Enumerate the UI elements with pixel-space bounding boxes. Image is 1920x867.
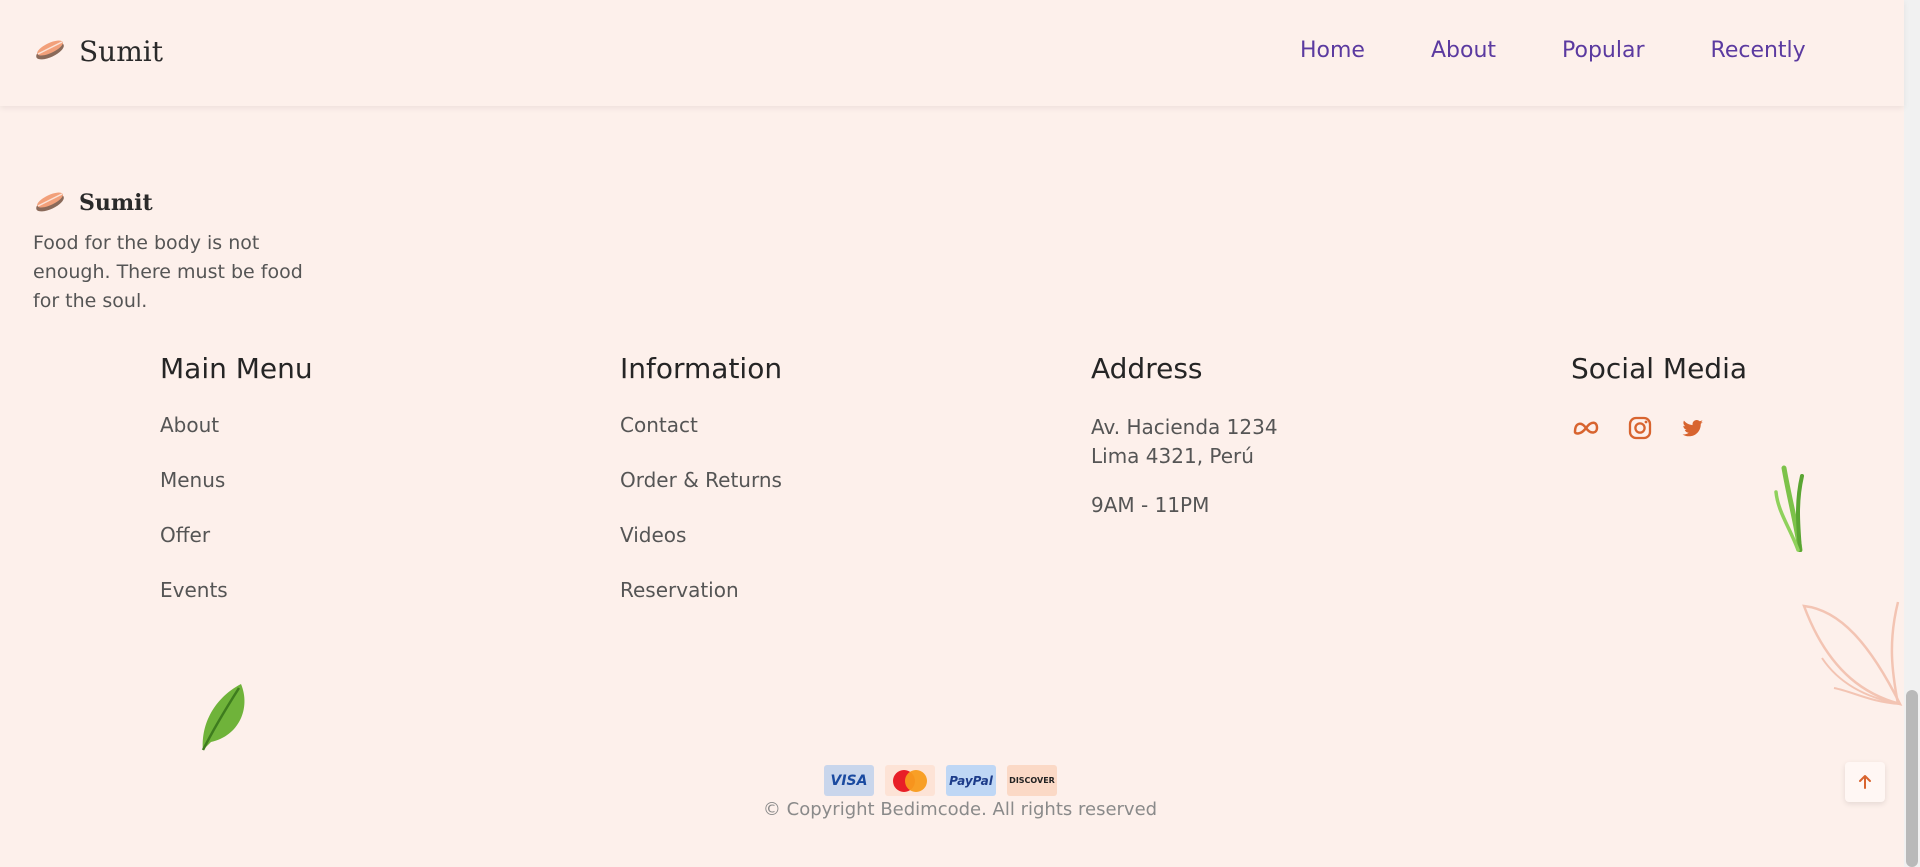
paypal-card-icon: PayPal [946,765,996,796]
opening-hours: 9AM - 11PM [1091,493,1210,517]
arrow-up-icon [1859,775,1871,789]
nav-about[interactable]: About [1431,38,1496,63]
outline-leaf-decoration-icon [1800,592,1904,712]
social-column: Social Media [1571,352,1747,443]
footer-link-menus[interactable]: Menus [160,468,225,492]
scrollbar[interactable] [1904,0,1920,867]
footer-link-contact[interactable]: Contact [620,413,698,437]
footer-link-reservation[interactable]: Reservation [620,578,739,602]
site-header: Sumit Home About Popular Recently [0,0,1904,106]
footer-link-videos[interactable]: Videos [620,523,686,547]
meta-icon[interactable] [1571,413,1601,443]
nav-home[interactable]: Home [1300,38,1365,63]
copyright-text: © Copyright Bedimcode. All rights reserv… [762,799,1158,820]
address-title: Address [1091,352,1203,385]
footer-link-offer[interactable]: Offer [160,523,210,547]
discover-card-icon: DISCOVER [1007,765,1057,796]
footer-brand-name: Sumit [79,190,153,216]
footer-logo[interactable]: Sumit [33,186,153,220]
sushi-logo-icon [33,34,67,68]
main-nav: Home About Popular Recently [1300,38,1872,63]
address-line-1: Av. Hacienda 1234 [1091,415,1278,439]
footer-link-order-returns[interactable]: Order & Returns [620,468,782,492]
green-onion-decoration-icon [1772,462,1812,556]
twitter-icon[interactable] [1679,413,1709,443]
main-menu-column: Main Menu About Menus Offer Events [160,352,313,633]
nav-recently[interactable]: Recently [1711,38,1806,63]
footer-tagline: Food for the body is not enough. There m… [33,232,303,312]
social-title: Social Media [1571,352,1748,385]
mastercard-icon [885,765,935,796]
leaf-decoration-icon [193,678,253,758]
address-column: Address Av. Hacienda 1234 Lima 4321, Per… [1091,352,1278,517]
scrollbar-thumb[interactable] [1906,690,1918,867]
information-column: Information Contact Order & Returns Vide… [620,352,782,633]
information-title: Information [620,352,783,385]
instagram-icon[interactable] [1625,413,1655,443]
nav-popular[interactable]: Popular [1562,38,1645,63]
payment-methods: VISA PayPal DISCOVER [824,765,1057,796]
scroll-up-button[interactable] [1845,762,1885,802]
brand-name: Sumit [79,34,163,68]
footer-link-events[interactable]: Events [160,578,228,602]
visa-card-icon: VISA [824,765,874,796]
footer-link-about[interactable]: About [160,413,219,437]
address-line-2: Lima 4321, Perú [1091,444,1254,468]
header-logo[interactable]: Sumit [33,34,163,68]
main-menu-title: Main Menu [160,352,313,385]
sushi-logo-icon [33,186,67,220]
